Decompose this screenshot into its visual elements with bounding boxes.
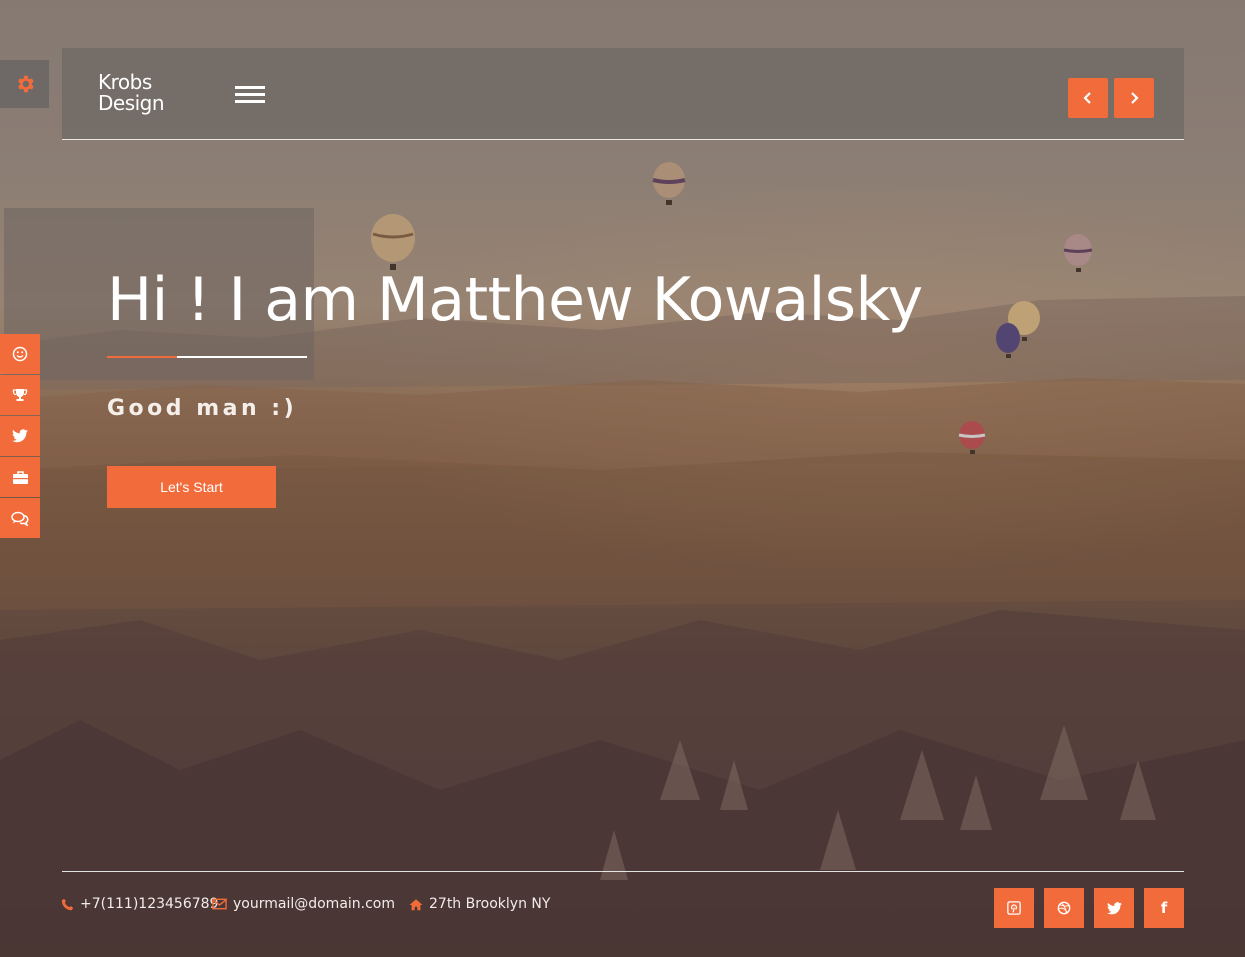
pinterest-icon [1007, 901, 1021, 915]
phone-icon [61, 898, 74, 910]
next-slide-button[interactable] [1114, 78, 1154, 118]
side-menu-item-twitter[interactable] [0, 416, 40, 456]
contact-phone[interactable]: +7(111)123456789 [61, 895, 218, 913]
side-menu-item-about[interactable] [0, 334, 40, 374]
chevron-left-icon [1083, 92, 1091, 104]
logo-line2: Design [98, 91, 165, 115]
phone-text: +7(111)123456789 [80, 896, 219, 912]
logo[interactable]: Krobs Design [98, 70, 165, 115]
hamburger-icon [235, 86, 265, 89]
contact-email[interactable]: yourmail@domain.com [212, 895, 395, 913]
hero-title: Hi ! I am Matthew Kowalsky [107, 265, 923, 335]
twitter-icon [12, 429, 28, 443]
gear-icon [17, 75, 34, 93]
social-dribbble-button[interactable] [1044, 888, 1084, 928]
chevron-right-icon [1131, 92, 1139, 104]
email-text: yourmail@domain.com [233, 896, 396, 912]
social-twitter-button[interactable] [1094, 888, 1134, 928]
prev-slide-button[interactable] [1068, 78, 1108, 118]
social-pinterest-button[interactable] [994, 888, 1034, 928]
side-menu-item-awards[interactable] [0, 375, 40, 415]
home-icon [409, 898, 423, 910]
menu-toggle-button[interactable] [235, 86, 265, 104]
logo-line1: Krobs [98, 70, 152, 94]
social-facebook-button[interactable]: f [1144, 888, 1184, 928]
hero-subtitle: Good man :) [107, 396, 298, 421]
footer-divider [62, 871, 1184, 872]
site-header: Krobs Design [62, 48, 1184, 140]
side-menu-item-portfolio[interactable] [0, 457, 40, 497]
side-menu-item-contact[interactable] [0, 498, 40, 538]
twitter-icon [1106, 901, 1122, 914]
settings-button[interactable] [0, 60, 49, 108]
facebook-icon: f [1160, 899, 1168, 917]
chat-icon [11, 511, 29, 526]
address-text: 27th Brooklyn NY [429, 896, 551, 912]
briefcase-icon [12, 470, 28, 484]
dribbble-icon [1057, 901, 1071, 915]
contact-address: 27th Brooklyn NY [409, 895, 550, 913]
envelope-icon [212, 898, 227, 910]
smile-icon [12, 346, 28, 362]
lets-start-button[interactable]: Let's Start [107, 466, 276, 508]
trophy-icon [12, 389, 28, 401]
title-divider-accent [107, 356, 177, 358]
side-menu [0, 334, 40, 539]
